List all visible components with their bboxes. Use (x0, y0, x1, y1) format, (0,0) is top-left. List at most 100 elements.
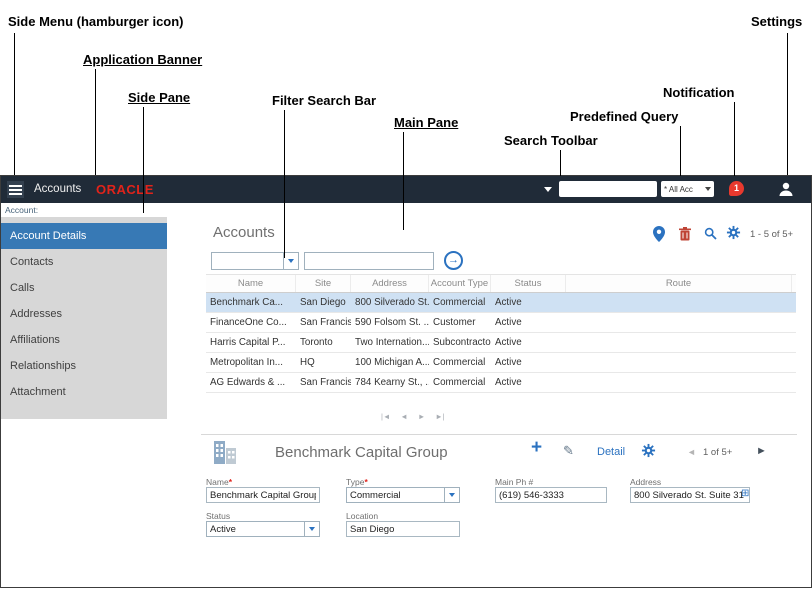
predefined-query-dropdown[interactable]: * All Acc (661, 181, 714, 197)
cell-site: Toronto (300, 337, 333, 348)
column-header-address[interactable]: Address (351, 275, 429, 292)
status-label: Status (206, 511, 231, 521)
annotation-settings: Settings (751, 14, 803, 29)
cell-account-type: Subcontractor (433, 337, 491, 348)
sidebar-item-addresses[interactable]: Addresses (1, 301, 167, 327)
status-select[interactable]: Active (206, 521, 320, 537)
pagination-bar: |◄ ◄ ► ►| (381, 412, 445, 421)
type-value: Commercial (350, 489, 401, 501)
main-ph-label: Main Ph # (495, 477, 534, 487)
name-field[interactable] (206, 487, 320, 503)
column-header-name[interactable]: Name (206, 275, 296, 292)
settings-user-icon[interactable] (778, 181, 794, 197)
address-field[interactable] (630, 487, 750, 503)
filter-column-value (212, 253, 283, 269)
breadcrumb[interactable]: Account: (5, 203, 38, 217)
table-row[interactable]: Harris Capital P... Toronto Two Internat… (206, 333, 796, 353)
next-record-chevron-icon[interactable]: ► (756, 445, 767, 457)
sidebar-item-affiliations[interactable]: Affiliations (1, 327, 167, 353)
building-icon (211, 439, 239, 471)
screenshot-root: Side Menu (hamburger icon) Settings Appl… (0, 0, 812, 590)
chevron-down-icon (283, 253, 298, 269)
address-label: Address (630, 477, 662, 487)
cell-site: San Francisco (300, 377, 351, 388)
search-icon[interactable] (704, 227, 717, 245)
detail-title: Benchmark Capital Group (275, 444, 448, 461)
go-search-button[interactable]: → (444, 251, 463, 270)
type-label: Type* (346, 477, 368, 487)
annotation-filter-search-bar: Filter Search Bar (272, 93, 377, 108)
table-header-row: Name Site Address Account Type Status Ro… (206, 274, 796, 293)
annotation-side-pane: Side Pane (128, 90, 191, 105)
cell-account-type: Customer (433, 317, 476, 328)
cell-name: Benchmark Ca... (210, 297, 283, 308)
cell-route (566, 333, 792, 352)
cell-status: Active (495, 317, 522, 328)
notification-icon[interactable]: 1 (729, 181, 744, 196)
edit-pencil-icon[interactable]: ✎ (563, 443, 574, 459)
cell-account-type: Commercial (433, 377, 486, 388)
address-pick-icon[interactable]: ⊞ (741, 489, 749, 499)
banner-dropdown-caret-icon[interactable] (544, 187, 552, 192)
location-field[interactable] (346, 521, 460, 537)
gear-icon[interactable] (726, 225, 741, 245)
table-row[interactable]: Benchmark Ca... San Diego 800 Silverado … (206, 293, 796, 313)
table-row[interactable]: FinanceOne Co... San Francisco 590 Folso… (206, 313, 796, 333)
leader-line-notification (734, 102, 735, 176)
cell-site: San Francisco (300, 317, 351, 328)
app-window: Accounts ORACLE * All Acc 1 Account: Acc… (0, 175, 812, 588)
page-next-icon[interactable]: ► (418, 412, 425, 421)
list-record-count: 1 - 5 of 5+ (750, 229, 794, 240)
annotation-predefined-query: Predefined Query (570, 109, 679, 124)
search-toolbar-input[interactable] (559, 181, 657, 197)
chevron-down-icon (304, 522, 319, 536)
sidebar-item-calls[interactable]: Calls (1, 275, 167, 301)
cell-route (566, 293, 792, 312)
location-pin-icon[interactable] (653, 226, 665, 247)
annotation-search-toolbar: Search Toolbar (504, 133, 598, 148)
cell-address: 590 Folsom St. ... (355, 317, 429, 328)
page-first-icon[interactable]: |◄ (381, 412, 390, 421)
accounts-list-applet: Accounts 1 - 5 of 5+ → Name Site Address… (201, 220, 797, 435)
hamburger-menu-icon[interactable] (7, 181, 24, 198)
column-header-status[interactable]: Status (491, 275, 566, 292)
side-pane: Account Details Contacts Calls Addresses… (1, 217, 167, 419)
annotation-side-menu: Side Menu (hamburger icon) (8, 14, 184, 29)
cell-account-type: Commercial (433, 357, 486, 368)
leader-line-side-pane (143, 107, 144, 213)
cell-name: Harris Capital P... (210, 337, 286, 348)
app-title: Accounts (34, 183, 82, 195)
new-record-button[interactable]: + (531, 437, 542, 459)
main-ph-field[interactable] (495, 487, 607, 503)
type-select[interactable]: Commercial (346, 487, 460, 503)
account-detail-form-applet: Benchmark Capital Group + ✎ Detail ◄ 1 o… (201, 437, 797, 587)
column-header-route[interactable]: Route (566, 275, 792, 292)
leader-line-settings (787, 33, 788, 175)
annotation-application-banner: Application Banner (83, 52, 203, 67)
delete-trash-icon[interactable] (679, 227, 691, 246)
column-header-account-type[interactable]: Account Type (429, 275, 491, 292)
leader-line-main-pane (403, 132, 404, 230)
label-text: Name (206, 477, 229, 487)
leader-line-search-toolbar (560, 150, 561, 176)
sidebar-item-attachment[interactable]: Attachment (1, 379, 167, 405)
previous-record-chevron-icon[interactable]: ◄ (687, 447, 696, 457)
table-row[interactable]: Metropolitan In... HQ 100 Michigan A... … (206, 353, 796, 373)
cell-name: Metropolitan In... (210, 357, 283, 368)
page-last-icon[interactable]: ►| (435, 412, 444, 421)
cell-status: Active (495, 337, 522, 348)
filter-column-select[interactable] (211, 252, 299, 270)
sidebar-item-relationships[interactable]: Relationships (1, 353, 167, 379)
table-row[interactable]: AG Edwards & ... San Francisco 784 Kearn… (206, 373, 796, 393)
cell-site: San Diego (300, 297, 346, 308)
detail-link[interactable]: Detail (597, 446, 625, 458)
detail-record-count: 1 of 5+ (703, 447, 733, 458)
column-header-site[interactable]: Site (296, 275, 351, 292)
cell-route (566, 313, 792, 332)
page-prev-icon[interactable]: ◄ (400, 412, 407, 421)
sidebar-item-account-details[interactable]: Account Details (1, 223, 167, 249)
filter-value-input[interactable] (304, 252, 434, 270)
gear-icon[interactable] (641, 443, 656, 463)
required-marker: * (228, 477, 232, 487)
sidebar-item-contacts[interactable]: Contacts (1, 249, 167, 275)
